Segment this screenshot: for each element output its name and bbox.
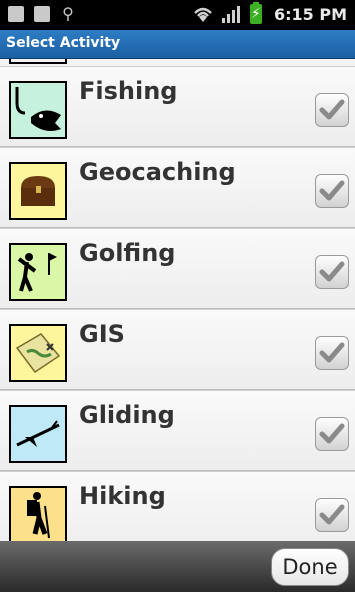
golfer-icon [9, 243, 67, 301]
activity-checkbox[interactable] [315, 93, 349, 127]
signal-icon [221, 6, 240, 23]
usb-icon: ⚲ [62, 4, 74, 23]
activity-checkbox[interactable] [315, 498, 349, 532]
wifi-icon [194, 7, 212, 22]
battery-charging-icon: ⚡ [249, 2, 262, 24]
activity-label: Geocaching [79, 158, 236, 186]
partial-thumbnail [9, 59, 67, 64]
activity-label: GIS [79, 320, 125, 348]
download-icon [34, 6, 50, 22]
done-button[interactable]: Done [271, 548, 349, 586]
clock: 6:15 PM [273, 4, 347, 24]
page-title: Select Activity [6, 35, 121, 51]
list-item-geocaching[interactable]: Geocaching [0, 147, 355, 228]
activity-label: Fishing [79, 77, 178, 105]
activity-checkbox[interactable] [315, 174, 349, 208]
activity-checkbox[interactable] [315, 417, 349, 451]
activity-label: Golfing [79, 239, 176, 267]
activity-label: Gliding [79, 401, 175, 429]
list-item-gliding[interactable]: Gliding [0, 390, 355, 471]
activity-list[interactable]: Fishing Geocaching Golfing GIS Gliding H… [0, 59, 355, 541]
list-item-hiking[interactable]: Hiking [0, 471, 355, 541]
hiker-icon [9, 486, 67, 541]
activity-label: Hiking [79, 482, 166, 510]
fishing-icon [9, 81, 67, 139]
glider-icon [9, 405, 67, 463]
list-item-gis[interactable]: GIS [0, 309, 355, 390]
list-item-golfing[interactable]: Golfing [0, 228, 355, 309]
activity-checkbox[interactable] [315, 255, 349, 289]
treasure-chest-icon [9, 162, 67, 220]
status-bar: ⚲ ⚡ 6:15 PM [0, 0, 355, 30]
title-bar: Select Activity [0, 30, 355, 59]
activity-checkbox[interactable] [315, 336, 349, 370]
map-icon [9, 324, 67, 382]
download-icon [8, 6, 24, 22]
list-item-fishing[interactable]: Fishing [0, 66, 355, 147]
